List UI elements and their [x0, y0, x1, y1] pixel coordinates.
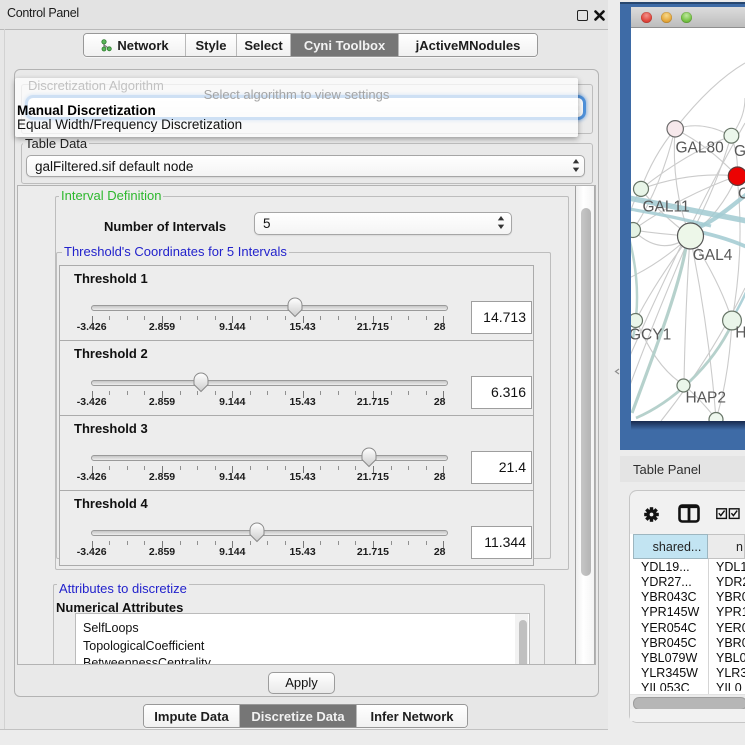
svg-text:GAL4: GAL4: [693, 247, 733, 264]
svg-text:HA: HA: [735, 325, 745, 342]
svg-text:C: C: [738, 186, 745, 203]
svg-text:GCY1: GCY1: [631, 327, 671, 344]
svg-text:HAP2: HAP2: [686, 390, 727, 407]
svg-text:GAL80: GAL80: [676, 139, 725, 156]
svg-text:GA: GA: [734, 143, 745, 160]
svg-text:GAL11: GAL11: [643, 199, 690, 216]
